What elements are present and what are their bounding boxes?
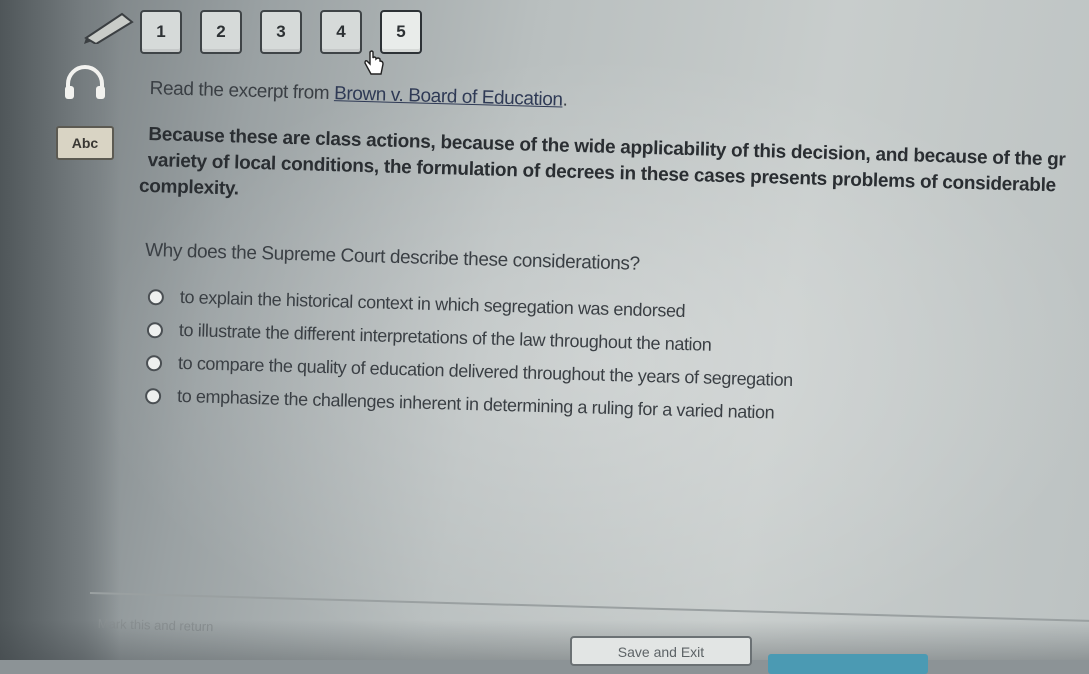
pencil-tool-button[interactable] <box>82 8 138 44</box>
question-stem: Why does the Supreme Court describe thes… <box>144 239 640 275</box>
answer-options: to explain the historical context in whi… <box>141 280 1079 438</box>
tab-question-4[interactable]: 4 <box>320 10 362 54</box>
abc-label: Abc <box>71 135 99 151</box>
tab-question-2[interactable]: 2 <box>200 10 242 54</box>
excerpt-text: Because these are class actions, because… <box>139 122 1084 226</box>
question-content: Read the excerpt from Brown v. Board of … <box>139 78 1085 438</box>
tab-question-5[interactable]: 5 <box>380 10 422 54</box>
radio-button[interactable] <box>144 387 162 404</box>
hand-cursor-icon <box>364 50 384 75</box>
abc-tool-button[interactable]: Abc <box>56 126 114 160</box>
radio-button[interactable] <box>145 354 163 371</box>
headphones-icon <box>65 65 105 99</box>
tab-question-1[interactable]: 1 <box>140 10 182 54</box>
next-button[interactable] <box>768 654 928 674</box>
radio-button[interactable] <box>147 288 165 305</box>
prompt-suffix: . <box>562 89 568 111</box>
headphones-tool-button[interactable] <box>62 62 108 102</box>
prompt-prefix: Read the excerpt from <box>149 78 335 105</box>
save-and-exit-button[interactable]: Save and Exit <box>570 636 752 666</box>
question-tabs: 1 2 3 4 5 <box>140 10 422 54</box>
tab-question-3[interactable]: 3 <box>260 10 302 54</box>
pencil-icon <box>84 12 134 44</box>
radio-button[interactable] <box>146 321 164 338</box>
